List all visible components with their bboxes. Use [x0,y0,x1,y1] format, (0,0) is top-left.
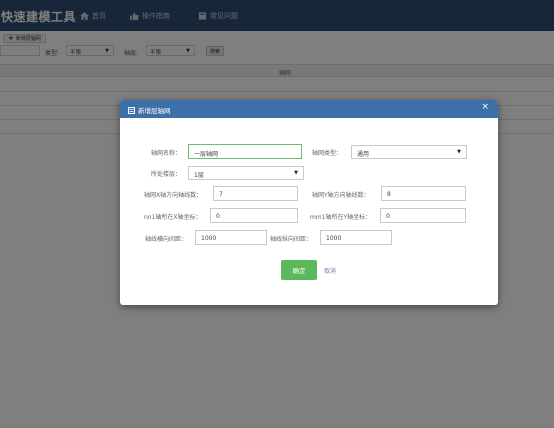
mm1-coordinate-input[interactable]: 0 [380,208,466,223]
x-axis-count-label: 轴网X轴方向轴线数： [144,192,203,199]
nn1-coordinate-input[interactable]: 0 [210,208,298,223]
chevron-down-icon: ▼ [294,170,298,176]
cancel-link[interactable]: 取消 [324,266,336,275]
x-axis-count-input[interactable]: 7 [213,186,298,201]
y-axis-count-input[interactable]: 8 [381,186,466,201]
dialog-header: 新增层轴网 × [120,100,498,118]
horizontal-spacing-label: 轴线横向间距： [145,236,188,243]
grid-type-label: 轴网类型： [312,150,343,157]
floor-label: 所处楼层： [151,171,182,178]
document-icon [128,106,135,114]
mm1-coordinate-label: mm1轴所在Y轴坐标： [310,214,372,221]
nn1-coordinate-label: nn1轴所在X轴坐标： [144,214,202,221]
vertical-spacing-input[interactable]: 1000 [320,230,392,245]
chevron-down-icon: ▼ [457,149,461,155]
vertical-spacing-label: 轴线纵向间距： [270,236,313,243]
y-axis-count-label: 轴网Y轴方向轴线数： [312,192,370,199]
confirm-button[interactable]: 确定 [281,260,317,280]
grid-type-select[interactable]: 通用 ▼ [351,145,467,159]
floor-value: 1层 [194,172,204,179]
dialog-title-text: 新增层轴网 [138,107,171,115]
horizontal-spacing-input[interactable]: 1000 [195,230,267,245]
floor-select[interactable]: 1层 ▼ [188,166,304,180]
add-grid-dialog: 新增层轴网 × 轴网名称： 一层轴网 轴网类型： 通用 ▼ 所处楼层： 1层 ▼… [120,100,498,305]
grid-name-label: 轴网名称： [151,150,182,157]
grid-type-value: 通用 [357,151,370,158]
dialog-title: 新增层轴网 [128,105,171,115]
close-icon[interactable]: × [481,103,489,112]
grid-name-input[interactable]: 一层轴网 [188,144,302,159]
